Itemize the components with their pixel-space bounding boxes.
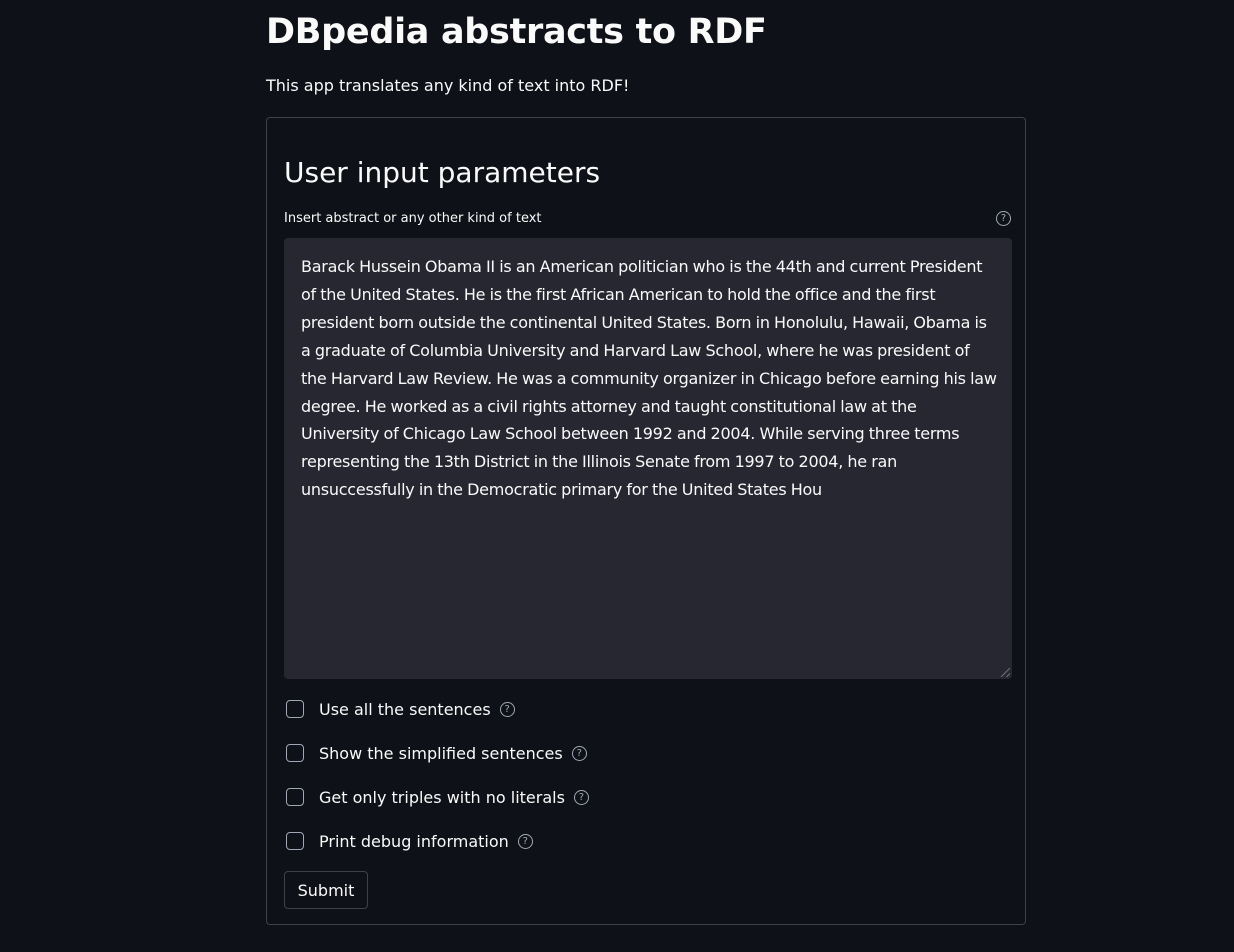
option-show-simplified-sentences[interactable]: Show the simplified sentences ? (286, 742, 587, 764)
option-print-debug[interactable]: Print debug information ? (286, 830, 533, 852)
question-circle-icon[interactable]: ? (996, 211, 1011, 226)
question-circle-icon[interactable]: ? (573, 789, 589, 805)
print-debug-checkbox[interactable] (286, 832, 304, 850)
question-circle-icon[interactable]: ? (499, 701, 515, 717)
option-label[interactable]: Show the simplified sentences (319, 744, 563, 763)
option-label[interactable]: Print debug information (319, 832, 509, 851)
no-literals-checkbox[interactable] (286, 788, 304, 806)
page-title: DBpedia abstracts to RDF (266, 12, 767, 52)
user-input-form: User input parameters Insert abstract or… (266, 117, 1026, 925)
option-use-all-sentences[interactable]: Use all the sentences ? (286, 698, 515, 720)
option-no-literals[interactable]: Get only triples with no literals ? (286, 786, 589, 808)
question-circle-icon[interactable]: ? (571, 745, 587, 761)
page-subtitle: This app translates any kind of text int… (266, 76, 630, 95)
option-label[interactable]: Get only triples with no literals (319, 788, 565, 807)
abstract-text: Barack Hussein Obama II is an American p… (301, 257, 997, 500)
resize-handle-icon[interactable] (1001, 668, 1010, 677)
text-input-label: Insert abstract or any other kind of tex… (284, 211, 542, 226)
abstract-textarea[interactable]: Barack Hussein Obama II is an American p… (284, 238, 1012, 679)
submit-button[interactable]: Submit (284, 871, 368, 909)
question-circle-icon[interactable]: ? (517, 833, 533, 849)
option-label[interactable]: Use all the sentences (319, 700, 491, 719)
form-heading: User input parameters (284, 156, 601, 189)
use-all-sentences-checkbox[interactable] (286, 700, 304, 718)
show-simplified-sentences-checkbox[interactable] (286, 744, 304, 762)
